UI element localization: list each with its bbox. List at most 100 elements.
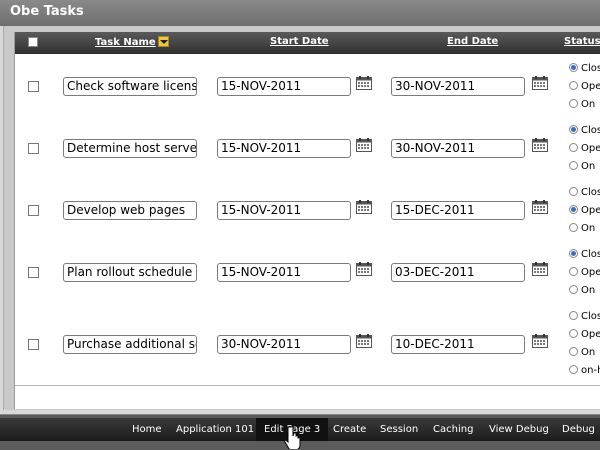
calendar-icon[interactable] — [532, 199, 548, 214]
task-name-input[interactable]: Develop web pages — [63, 201, 197, 220]
status-option-label: On — [581, 161, 596, 172]
table-row: Purchase additional soft 30-NOV-2011 10-DE… — [15, 303, 600, 386]
radio-button-icon[interactable] — [569, 161, 578, 170]
end-date-column-header[interactable]: End Date — [447, 36, 498, 47]
status-radio-option[interactable]: On — [569, 99, 595, 111]
row-select-checkbox[interactable] — [28, 143, 39, 154]
hand-cursor-icon — [284, 426, 301, 449]
end-date-input[interactable]: 10-DEC-2011 — [391, 335, 525, 354]
status-option-label: On — [581, 99, 596, 110]
status-option-label: On — [581, 347, 596, 358]
select-all-checkbox[interactable] — [28, 37, 38, 47]
radio-button-icon[interactable] — [569, 81, 578, 90]
grid-header: Task Name Start Date End Date Status — [15, 32, 600, 54]
radio-button-icon[interactable] — [569, 267, 578, 276]
devbar-item-create[interactable]: Create — [325, 418, 374, 441]
row-select-checkbox[interactable] — [28, 81, 39, 92]
radio-button-icon[interactable] — [569, 63, 578, 72]
devbar-item-debug[interactable]: Debug — [554, 418, 600, 441]
task-name-input[interactable]: Check software licenses — [63, 77, 197, 96]
radio-button-icon[interactable] — [569, 347, 578, 356]
calendar-icon[interactable] — [356, 199, 372, 214]
devbar-item-session[interactable]: Session — [372, 418, 426, 441]
sort-dropdown-icon[interactable] — [157, 36, 169, 47]
task-name-header-label[interactable]: Task Name — [95, 37, 156, 48]
start-date-column-header[interactable]: Start Date — [270, 36, 329, 47]
status-radio-option[interactable]: Clos — [569, 249, 600, 261]
status-option-label: Clos — [581, 249, 600, 260]
task-name-input[interactable]: Determine host server — [63, 139, 197, 158]
calendar-icon[interactable] — [356, 333, 372, 348]
end-date-input[interactable]: 15-DEC-2011 — [391, 201, 525, 220]
calendar-icon[interactable] — [532, 137, 548, 152]
radio-button-icon[interactable] — [569, 249, 578, 258]
status-option-label: Ope — [581, 329, 600, 340]
tabular-form: Task Name Start Date End Date Status Che… — [14, 32, 600, 409]
status-column-header[interactable]: Status — [564, 36, 600, 47]
radio-button-icon[interactable] — [569, 143, 578, 152]
devbar-item-view-debug[interactable]: View Debug — [481, 418, 557, 441]
end-date-input[interactable]: 30-NOV-2011 — [391, 77, 525, 96]
calendar-icon[interactable] — [356, 75, 372, 90]
radio-button-icon[interactable] — [569, 187, 578, 196]
status-radio-option[interactable]: Clos — [569, 125, 600, 137]
status-radio-option[interactable]: Ope — [569, 205, 600, 217]
row-select-checkbox[interactable] — [28, 267, 39, 278]
status-radio-option[interactable]: Ope — [569, 143, 600, 155]
status-option-label: Ope — [581, 267, 600, 278]
row-select-checkbox[interactable] — [28, 339, 39, 350]
radio-button-icon[interactable] — [569, 365, 578, 374]
radio-button-icon[interactable] — [569, 99, 578, 108]
task-name-column-header[interactable]: Task Name — [95, 36, 169, 48]
status-option-label: Ope — [581, 81, 600, 92]
status-radio-option[interactable]: Clos — [569, 187, 600, 199]
start-date-input[interactable]: 30-NOV-2011 — [217, 335, 351, 354]
radio-button-icon[interactable] — [569, 285, 578, 294]
start-date-input[interactable]: 15-NOV-2011 — [217, 201, 351, 220]
task-name-input[interactable]: Plan rollout schedule — [63, 263, 197, 282]
status-option-label: Ope — [581, 143, 600, 154]
status-radio-option[interactable]: Clos — [569, 311, 600, 323]
table-row: Develop web pages 15-NOV-2011 15-DEC-2011 C… — [15, 179, 600, 242]
status-option-label: Clos — [581, 187, 600, 198]
devbar-item-application-101[interactable]: Application 101 — [168, 418, 262, 441]
radio-button-icon[interactable] — [569, 329, 578, 338]
region-body: Task Name Start Date End Date Status Che… — [3, 26, 600, 410]
start-date-input[interactable]: 15-NOV-2011 — [217, 139, 351, 158]
calendar-icon[interactable] — [356, 137, 372, 152]
status-radio-option[interactable]: Ope — [569, 329, 600, 341]
calendar-icon[interactable] — [356, 261, 372, 276]
end-date-input[interactable]: 30-NOV-2011 — [391, 139, 525, 158]
devbar-item-caching[interactable]: Caching — [425, 418, 481, 441]
task-name-input[interactable]: Purchase additional soft — [63, 335, 197, 354]
status-option-label: Clos — [581, 125, 600, 136]
status-radio-option[interactable]: on-h — [569, 365, 600, 377]
calendar-icon[interactable] — [532, 75, 548, 90]
radio-button-icon[interactable] — [569, 223, 578, 232]
status-radio-option[interactable]: Clos — [569, 63, 600, 75]
table-row: Plan rollout schedule 15-NOV-2011 03-DEC-2… — [15, 241, 600, 304]
radio-button-icon[interactable] — [569, 311, 578, 320]
calendar-icon[interactable] — [532, 261, 548, 276]
calendar-icon[interactable] — [532, 333, 548, 348]
status-option-label: on-h — [581, 365, 600, 376]
devbar-item-home[interactable]: Home — [124, 418, 170, 441]
status-option-label: Clos — [581, 63, 600, 74]
status-radio-option[interactable]: On — [569, 285, 595, 297]
radio-button-icon[interactable] — [569, 205, 578, 214]
radio-button-icon[interactable] — [569, 125, 578, 134]
status-radio-option[interactable]: On — [569, 347, 595, 359]
end-date-input[interactable]: 03-DEC-2011 — [391, 263, 525, 282]
table-row: Determine host server 15-NOV-2011 30-NOV-2… — [15, 117, 600, 180]
status-radio-option[interactable]: On — [569, 223, 595, 235]
status-radio-option[interactable]: On — [569, 161, 595, 173]
table-row: Check software licenses 15-NOV-2011 30-NOV… — [15, 55, 600, 118]
status-option-label: Clos — [581, 311, 600, 322]
region-title: Obe Tasks — [0, 0, 600, 26]
status-radio-option[interactable]: Ope — [569, 81, 600, 93]
status-radio-option[interactable]: Ope — [569, 267, 600, 279]
status-option-label: On — [581, 223, 596, 234]
start-date-input[interactable]: 15-NOV-2011 — [217, 263, 351, 282]
row-select-checkbox[interactable] — [28, 205, 39, 216]
start-date-input[interactable]: 15-NOV-2011 — [217, 77, 351, 96]
